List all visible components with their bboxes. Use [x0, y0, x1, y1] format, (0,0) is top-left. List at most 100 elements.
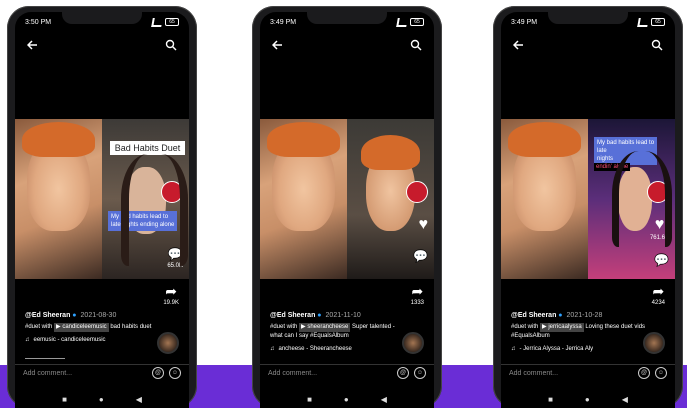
author-name[interactable]: @Ed Sheeran	[270, 312, 315, 319]
video-progress-bar[interactable]	[25, 358, 65, 359]
post-date: 2021-11-10	[325, 312, 361, 319]
author-name[interactable]: @Ed Sheeran	[511, 312, 556, 319]
music-note-icon: ♫	[270, 346, 275, 352]
search-icon[interactable]	[649, 37, 665, 53]
comment-placeholder[interactable]: Add comment...	[509, 370, 558, 377]
emoji-icon[interactable]: ☺	[655, 367, 667, 379]
lyric-caption: My bad habits lead to late nights	[594, 137, 658, 165]
signal-icon	[637, 17, 649, 27]
duet-user-tag[interactable]: ▶ jerricaalyssa	[540, 323, 584, 332]
phone-2: 3:49 PM 65 ♥ 💬 ➦ 1333 @Ed Sheeran ● 2021…	[252, 6, 442, 408]
like-heart-icon[interactable]: ♥	[655, 217, 665, 233]
comment-placeholder[interactable]: Add comment...	[23, 370, 72, 377]
android-nav-bar: ■ ● ◀	[15, 392, 189, 406]
share-count: 1333	[410, 300, 424, 306]
desc-prefix: #duet with	[270, 324, 298, 330]
emoji-icon[interactable]: ☺	[414, 367, 426, 379]
phone-screen: 3:50 PM 65 Bad Habits Duet My bad habits…	[15, 12, 189, 408]
comment-bar[interactable]: Add comment... @ ☺	[260, 364, 434, 381]
home-icon[interactable]: ●	[344, 395, 349, 404]
desc-prefix: #duet with	[511, 324, 539, 330]
comment-bar[interactable]: Add comment... @ ☺	[501, 364, 675, 381]
video-right-duet-partner: Bad Habits Duet My bad habits lead to lat…	[102, 119, 189, 279]
phone-screen: 3:49 PM 65 ♥ 💬 ➦ 1333 @Ed Sheeran ● 2021…	[260, 12, 434, 408]
back-icon[interactable]: ◀	[136, 395, 142, 404]
desc-prefix: #duet with	[25, 324, 53, 330]
video-right-duet-partner: My bad habits lead to late nights endin' a…	[588, 119, 675, 279]
video-meta: @Ed Sheeran ● 2021-10-28 #duet with ▶ jer…	[511, 312, 646, 352]
post-date: 2021-10-28	[566, 312, 603, 319]
duet-video[interactable]: ♥ 💬	[260, 119, 434, 279]
recents-icon[interactable]: ■	[548, 395, 553, 404]
status-time: 3:50 PM	[25, 18, 52, 26]
music-title[interactable]: - Jerrica Alyssa - Jerrica Aly	[520, 346, 594, 352]
status-bar: 3:49 PM 65	[511, 17, 665, 27]
signal-icon	[396, 17, 408, 27]
video-meta: @Ed Sheeran ● 2021-11-10 #duet with ▶ she…	[270, 312, 395, 352]
music-disc-icon[interactable]	[643, 332, 665, 354]
comment-bar[interactable]: 3:50 PM Add comment... @ ☺	[15, 364, 189, 381]
search-icon[interactable]	[408, 37, 424, 53]
status-time: 3:49 PM	[511, 18, 538, 26]
like-count: 761.6K	[649, 235, 669, 241]
recents-icon[interactable]: ■	[62, 395, 67, 404]
signal-icon	[151, 17, 163, 27]
battery-icon: 65	[410, 18, 424, 26]
video-left-ed-sheeran	[260, 119, 347, 279]
video-right-duet-partner: ♥ 💬	[347, 119, 434, 279]
mention-icon[interactable]: @	[638, 367, 650, 379]
duet-video[interactable]: My bad habits lead to late nights endin' a…	[501, 119, 675, 279]
share-icon[interactable]: ➦	[411, 284, 423, 298]
battery-icon: 65	[651, 18, 665, 26]
back-arrow-icon[interactable]	[25, 37, 41, 53]
home-icon[interactable]: ●	[585, 395, 590, 404]
share-icon[interactable]: ➦	[652, 284, 664, 298]
comment-icon[interactable]: 💬	[654, 253, 669, 267]
music-title[interactable]: eemusic - candiceleemusic	[34, 337, 106, 343]
search-icon[interactable]	[163, 37, 179, 53]
music-title[interactable]: ancheese - Sheerancheese	[279, 346, 352, 352]
comment-count: 65.0K	[167, 263, 183, 269]
duet-video[interactable]: Bad Habits Duet My bad habits lead to lat…	[15, 119, 189, 279]
recents-icon[interactable]: ■	[307, 395, 312, 404]
phone-screen: 3:49 PM 65 My bad habits lead to late nigh…	[501, 12, 675, 408]
android-nav-bar: ■ ● ◀	[501, 392, 675, 406]
home-icon[interactable]: ●	[99, 395, 104, 404]
author-name[interactable]: @Ed Sheeran	[25, 312, 70, 319]
back-icon[interactable]: ◀	[622, 395, 628, 404]
lyric-caption: My bad habits lead to late nights ending …	[108, 211, 178, 231]
like-heart-icon[interactable]: ♥	[419, 217, 429, 233]
back-arrow-icon[interactable]	[511, 37, 527, 53]
video-left-ed-sheeran	[15, 119, 102, 279]
music-disc-icon[interactable]	[157, 332, 179, 354]
phone-3: 3:49 PM 65 My bad habits lead to late nigh…	[493, 6, 683, 408]
share-icon[interactable]: ➦	[165, 284, 177, 298]
android-nav-bar: ■ ● ◀	[260, 392, 434, 406]
video-meta: @Ed Sheeran ● 2021-08-30 #duet with ▶ can…	[25, 312, 152, 343]
mention-icon[interactable]: @	[397, 367, 409, 379]
phone-1: 3:50 PM 65 Bad Habits Duet My bad habits…	[7, 6, 197, 408]
status-bar: 3:50 PM 65	[25, 17, 179, 27]
profile-avatar[interactable]	[647, 181, 669, 203]
comment-placeholder[interactable]: Add comment...	[268, 370, 317, 377]
status-bar: 3:49 PM 65	[270, 17, 424, 27]
status-time: 3:49 PM	[270, 18, 297, 26]
duet-user-tag[interactable]: ▶ sheerancheese	[299, 323, 351, 332]
profile-avatar[interactable]	[161, 181, 183, 203]
back-arrow-icon[interactable]	[270, 37, 286, 53]
mention-icon[interactable]: @	[152, 367, 164, 379]
back-icon[interactable]: ◀	[381, 395, 387, 404]
share-count: 4234	[651, 300, 665, 306]
music-note-icon: ♫	[511, 346, 516, 352]
music-note-icon: ♫	[25, 337, 30, 343]
lyric-caption-pink: endin' alone	[594, 163, 631, 171]
profile-avatar[interactable]	[406, 181, 428, 203]
comment-icon[interactable]: 💬	[413, 249, 428, 263]
duet-user-tag[interactable]: ▶ candiceleemusic	[54, 323, 109, 332]
music-disc-icon[interactable]	[402, 332, 424, 354]
duet-title: Bad Habits Duet	[110, 141, 185, 155]
emoji-icon[interactable]: ☺	[169, 367, 181, 379]
comment-icon[interactable]: 💬	[168, 247, 183, 261]
share-count: 19.9K	[163, 300, 179, 306]
desc-text: bad habits duet	[110, 324, 152, 330]
